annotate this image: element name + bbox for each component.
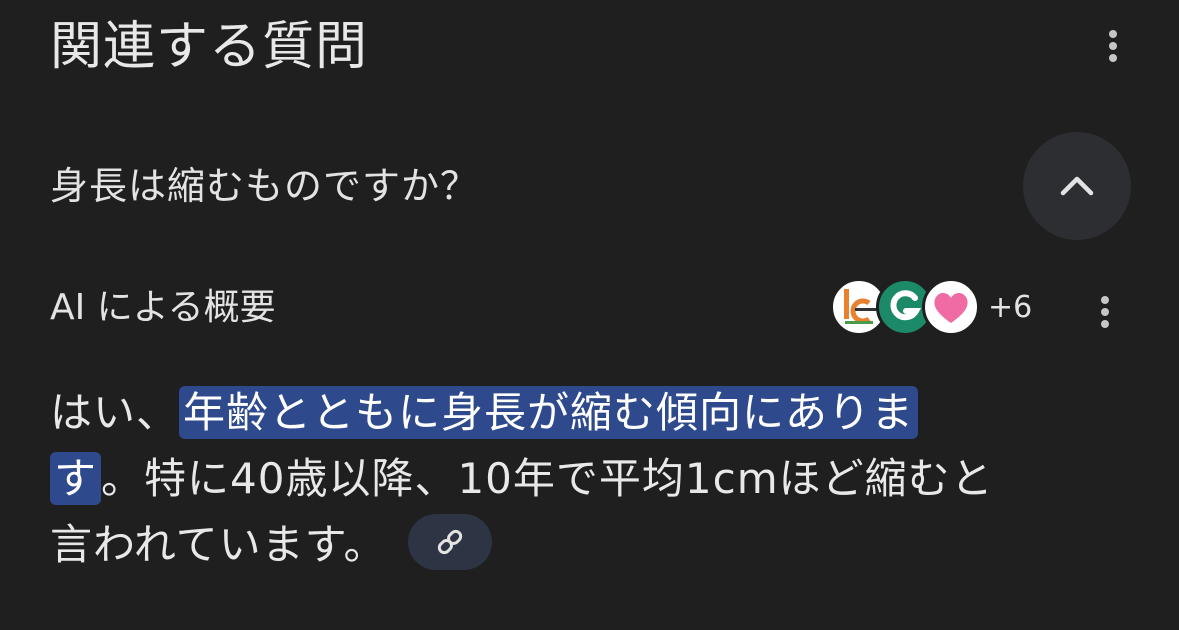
- source-link-button[interactable]: [408, 513, 493, 570]
- chevron-up-icon: [1060, 176, 1094, 196]
- collapse-button[interactable]: [1023, 132, 1131, 240]
- highlighted-text[interactable]: す: [50, 452, 102, 505]
- section-title: 関連する質問: [50, 17, 369, 77]
- more-sources-count[interactable]: +6: [988, 288, 1032, 328]
- answer-line: す。特に40歳以降、10年で平均1cmほど縮むと: [50, 446, 1140, 512]
- ai-overview-label: AI による概要: [50, 287, 276, 328]
- more-options-icon[interactable]: [1098, 14, 1128, 74]
- related-questions-panel: 関連する質問 身長は縮むものですか？ AI による概要 +6 はい、年齢とともに…: [0, 0, 1179, 630]
- answer-line: 言われています。: [50, 512, 1140, 578]
- ai-overview-header: AI による概要 +6: [50, 272, 1132, 344]
- answer-prefix: はい、: [50, 388, 180, 437]
- heart-icon: [934, 292, 968, 323]
- answer-line: はい、年齢とともに身長が縮む傾向にありま: [50, 380, 1140, 446]
- more-options-icon[interactable]: [1090, 280, 1120, 340]
- answer-text: 。特に40歳以降、10年で平均1cmほど縮むと: [101, 454, 994, 503]
- highlighted-text[interactable]: 年齢とともに身長が縮む傾向にありま: [179, 386, 919, 439]
- link-icon: [438, 529, 463, 554]
- source-favicon-3[interactable]: [922, 278, 980, 336]
- question-text[interactable]: 身長は縮むものですか？: [50, 160, 479, 212]
- answer-text: 言われています。: [50, 520, 387, 569]
- question-row[interactable]: 身長は縮むものですか？: [50, 132, 1132, 240]
- ai-overview-answer: はい、年齢とともに身長が縮む傾向にありま す。特に40歳以降、10年で平均1cm…: [50, 380, 1140, 578]
- section-header: 関連する質問: [50, 12, 1130, 82]
- source-favicons[interactable]: +6: [830, 276, 1050, 340]
